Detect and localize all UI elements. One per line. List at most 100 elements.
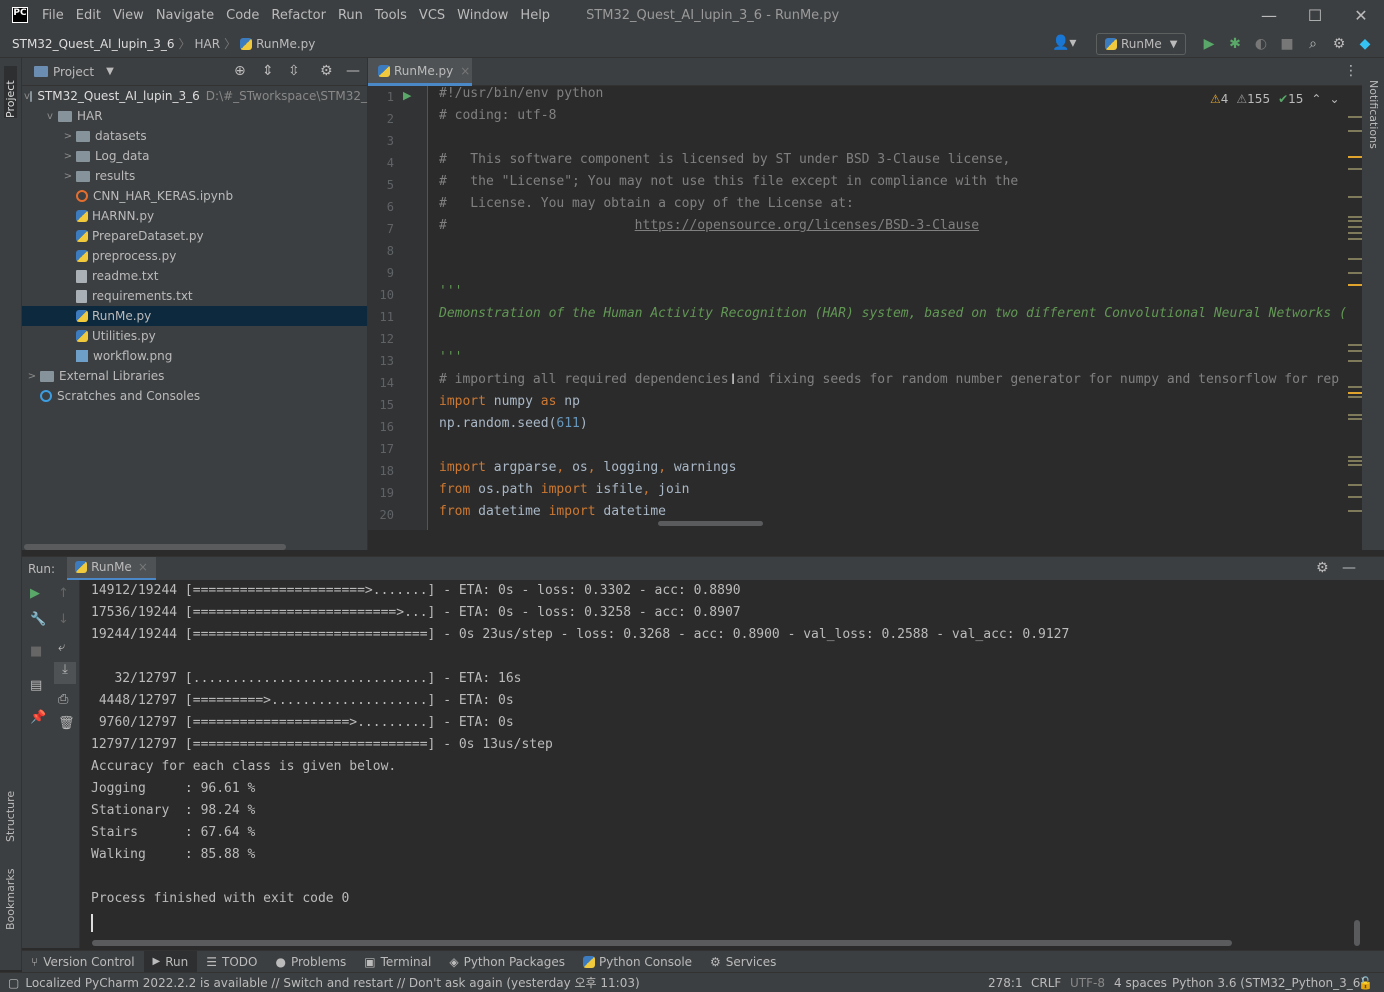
menu-window[interactable]: Window xyxy=(451,8,514,23)
print-icon[interactable]: ⎙ xyxy=(58,692,68,707)
error-stripe-marker[interactable] xyxy=(1348,168,1362,170)
tree-item[interactable]: preprocess.py xyxy=(22,246,367,266)
file-encoding[interactable]: UTF-8 xyxy=(1070,976,1105,990)
tab-runme-py[interactable]: RunMe.py × xyxy=(368,58,472,86)
python-interpreter[interactable]: Python 3.6 (STM32_Python_3_6) xyxy=(1172,976,1365,990)
error-stripe-marker[interactable] xyxy=(1348,484,1362,486)
error-stripe-marker[interactable] xyxy=(1348,226,1362,228)
run-configuration-select[interactable]: RunMe ▼ xyxy=(1096,33,1186,55)
lock-icon[interactable]: 🔓 xyxy=(1358,976,1373,990)
run-icon[interactable]: ▶ xyxy=(1196,36,1222,52)
stop-icon[interactable]: ■ xyxy=(1274,36,1300,52)
error-stripe-marker[interactable] xyxy=(1348,344,1362,346)
error-stripe-marker[interactable] xyxy=(1348,392,1362,394)
code-editor[interactable]: #!/usr/bin/env python # coding: utf-8 # … xyxy=(428,86,1362,530)
tab-run[interactable]: ▶ Run xyxy=(143,950,198,973)
error-stripe-marker[interactable] xyxy=(1348,156,1362,158)
error-stripe-marker[interactable] xyxy=(1348,272,1362,274)
tree-item[interactable]: RunMe.py xyxy=(22,306,367,326)
debug-icon[interactable]: ✱ xyxy=(1222,36,1248,52)
tree-item[interactable]: Utilities.py xyxy=(22,326,367,346)
tree-item[interactable]: > results xyxy=(22,166,367,186)
structure-tool-tab[interactable]: Structure xyxy=(4,776,17,842)
rerun-icon[interactable]: ▶ xyxy=(30,586,40,601)
more-icon[interactable]: ⋮ xyxy=(1344,63,1358,79)
notifications-tool-tab[interactable]: Notifications xyxy=(1367,80,1380,170)
hide-icon[interactable]: — xyxy=(1342,560,1356,576)
tab-services[interactable]: ⚙ Services xyxy=(701,951,785,973)
tab-version-control[interactable]: ⑂ Version Control xyxy=(22,951,144,973)
project-tool-tab[interactable]: Project xyxy=(4,66,17,118)
gear-icon[interactable]: ⚙ xyxy=(320,63,333,79)
menu-help[interactable]: Help xyxy=(514,8,556,23)
trash-icon[interactable]: 🗑 xyxy=(58,716,75,731)
error-stripe-marker[interactable] xyxy=(1348,418,1362,420)
tree-item[interactable]: > Log_data xyxy=(22,146,367,166)
menu-file[interactable]: File xyxy=(36,8,70,23)
horizontal-scrollbar[interactable] xyxy=(24,544,286,550)
code-with-me-icon[interactable]: ◆ xyxy=(1352,36,1378,52)
line-separator[interactable]: CRLF xyxy=(1031,976,1061,990)
indent-setting[interactable]: 4 spaces xyxy=(1114,976,1167,990)
bookmarks-tool-tab[interactable]: Bookmarks xyxy=(4,860,17,930)
menu-view[interactable]: View xyxy=(107,8,150,23)
tree-item[interactable]: PrepareDataset.py xyxy=(22,226,367,246)
error-stripe-marker[interactable] xyxy=(1348,360,1362,362)
error-stripe-marker[interactable] xyxy=(1348,238,1362,240)
tab-problems[interactable]: ● Problems xyxy=(266,951,355,973)
tree-item[interactable]: workflow.png xyxy=(22,346,367,366)
console-horizontal-scrollbar[interactable] xyxy=(92,940,1232,946)
error-stripe-marker[interactable] xyxy=(1348,220,1362,222)
tree-item[interactable]: Scratches and Consoles xyxy=(22,386,367,406)
pin-icon[interactable]: 📌 xyxy=(30,710,46,725)
hide-icon[interactable]: — xyxy=(346,63,360,79)
run-tab[interactable]: RunMe × xyxy=(67,556,156,581)
code-horizontal-scrollbar[interactable] xyxy=(658,521,763,526)
menu-refactor[interactable]: Refactor xyxy=(265,8,332,23)
stop-icon[interactable]: ■ xyxy=(30,644,42,659)
tree-item[interactable]: > External Libraries xyxy=(22,366,367,386)
error-stripe-marker[interactable] xyxy=(1348,510,1362,512)
error-stripe-marker[interactable] xyxy=(1348,350,1362,352)
run-gutter-icon[interactable]: ▶ xyxy=(403,89,411,102)
status-message[interactable]: Localized PyCharm 2022.2.2 is available … xyxy=(25,974,639,991)
layout-icon[interactable]: ▤ xyxy=(30,678,42,693)
error-stripe-marker[interactable] xyxy=(1348,258,1362,260)
tree-item[interactable]: v HAR xyxy=(22,106,367,126)
tab-todo[interactable]: ☰ TODO xyxy=(197,951,266,973)
inspection-widget[interactable]: ⚠4 ⚠155 ✔15 ⌃ ⌄ xyxy=(1210,92,1340,106)
gear-icon[interactable]: ⚙ xyxy=(1316,560,1329,576)
menu-tools[interactable]: Tools xyxy=(369,8,413,23)
close-tab-icon[interactable]: × xyxy=(460,64,470,78)
gear-icon[interactable]: ⚙ xyxy=(1326,36,1352,52)
error-stripe-marker[interactable] xyxy=(1348,414,1362,416)
error-stripe-marker[interactable] xyxy=(1348,232,1362,234)
tree-item[interactable]: requirements.txt xyxy=(22,286,367,306)
next-highlight-icon[interactable]: ⌄ xyxy=(1329,92,1339,106)
error-stripe-marker[interactable] xyxy=(1348,196,1362,198)
error-stripe-marker[interactable] xyxy=(1348,116,1362,118)
menu-vcs[interactable]: VCS xyxy=(413,8,451,23)
tree-item[interactable]: HARNN.py xyxy=(22,206,367,226)
account-icon[interactable]: 👤▾ xyxy=(1052,35,1076,51)
soft-wrap-icon[interactable]: ⤶ xyxy=(58,640,65,655)
search-icon[interactable]: ⌕ xyxy=(1300,36,1326,52)
breadcrumb-folder[interactable]: HAR xyxy=(195,37,221,51)
previous-highlight-icon[interactable]: ⌃ xyxy=(1311,92,1321,106)
error-stripe-marker[interactable] xyxy=(1348,396,1362,398)
error-stripe-marker[interactable] xyxy=(1348,386,1362,388)
menu-navigate[interactable]: Navigate xyxy=(150,8,220,23)
chevron-down-icon[interactable]: ▼ xyxy=(106,66,114,77)
close-button[interactable]: ✕ xyxy=(1338,0,1384,30)
tree-item[interactable]: CNN_HAR_KERAS.ipynb xyxy=(22,186,367,206)
error-stripe-marker[interactable] xyxy=(1348,460,1362,462)
wrench-icon[interactable]: 🔧 xyxy=(30,612,46,627)
up-arrow-icon[interactable]: ↑ xyxy=(58,586,69,601)
error-stripe-marker[interactable] xyxy=(1348,284,1362,286)
error-stripe-marker[interactable] xyxy=(1348,464,1362,466)
close-tab-icon[interactable]: × xyxy=(138,560,148,574)
error-stripe-marker[interactable] xyxy=(1348,130,1362,132)
minimize-button[interactable]: — xyxy=(1246,0,1292,30)
breadcrumb-file[interactable]: RunMe.py xyxy=(256,37,315,51)
caret-position[interactable]: 278:1 xyxy=(988,976,1023,990)
